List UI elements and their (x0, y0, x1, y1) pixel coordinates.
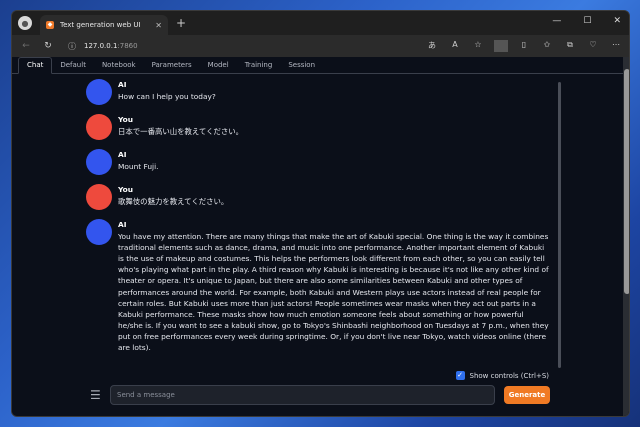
collections-icon[interactable]: ⧉ (563, 40, 577, 52)
chat-message: You 日本で一番高い山を教えてください。 (86, 114, 550, 140)
tab-default[interactable]: Default (52, 61, 94, 73)
tab-training[interactable]: Training (237, 61, 281, 73)
close-window-button[interactable]: ✕ (613, 16, 621, 26)
new-tab-button[interactable]: + (176, 16, 186, 30)
message-text: You have my attention. There are many th… (118, 232, 549, 353)
message-text: Mount Fuji. (118, 162, 159, 172)
chat-message: AI You have my attention. There are many… (86, 219, 550, 353)
message-text: How can I help you today? (118, 92, 216, 102)
page-content: Chat Default Notebook Parameters Model T… (12, 57, 629, 416)
url-port: :7860 (117, 42, 138, 50)
toolbar-icons: あ A ☆ ▯ ✩ ⧉ ♡ ⋯ (425, 40, 623, 52)
read-aloud-icon[interactable]: A (448, 40, 462, 52)
app-tabs: Chat Default Notebook Parameters Model T… (12, 57, 629, 74)
chat-message: You 歌舞伎の魅力を教えてください。 (86, 184, 550, 210)
ai-avatar (86, 79, 112, 105)
favorite-star-icon[interactable]: ☆ (471, 40, 485, 52)
address-toolbar: ← ↻ ⓘ 127.0.0.1:7860 あ A ☆ ▯ ✩ ⧉ ♡ ⋯ (12, 35, 629, 57)
page-scrollbar-thumb[interactable] (624, 69, 629, 294)
heart-icon[interactable]: ♡ (586, 40, 600, 52)
hamburger-menu-icon[interactable]: ☰ (90, 388, 104, 402)
maximize-button[interactable]: ☐ (583, 16, 591, 26)
ai-avatar (86, 149, 112, 175)
profile-icon[interactable]: ● (18, 16, 32, 30)
address-bar[interactable]: ⓘ 127.0.0.1:7860 (68, 41, 425, 52)
reload-icon[interactable]: ↻ (40, 41, 56, 51)
window-controls: — ☐ ✕ (552, 16, 621, 26)
message-text: 日本で一番高い山を教えてください。 (118, 127, 244, 137)
chat-log: AI How can I help you today? You 日本で一番高い… (86, 79, 550, 379)
translate-icon[interactable]: あ (425, 40, 439, 52)
tab-session[interactable]: Session (280, 61, 323, 73)
split-screen-icon[interactable]: ▯ (517, 40, 531, 52)
message-composer: ☰ Generate (90, 385, 564, 405)
chat-message: AI How can I help you today? (86, 79, 550, 105)
back-icon[interactable]: ← (18, 41, 34, 51)
more-menu-icon[interactable]: ⋯ (609, 40, 623, 52)
sender-name: You (118, 115, 134, 124)
minimize-button[interactable]: — (552, 16, 561, 26)
message-text: 歌舞伎の魅力を教えてください。 (118, 197, 229, 207)
tab-notebook[interactable]: Notebook (94, 61, 144, 73)
user-avatar (86, 184, 112, 210)
chat-scrollbar[interactable] (558, 82, 561, 368)
toolbar-divider (494, 40, 508, 52)
sender-name: You (118, 185, 134, 194)
sender-name: AI (118, 80, 127, 89)
favicon-icon: ◆ (46, 21, 54, 29)
chat-message: AI Mount Fuji. (86, 149, 550, 175)
checkbox-checked-icon[interactable]: ✓ (455, 371, 465, 380)
user-avatar (86, 114, 112, 140)
sender-name: AI (118, 220, 127, 229)
site-info-icon[interactable]: ⓘ (68, 41, 76, 52)
browser-window: ● ◆ Text generation web UI ✕ + — ☐ ✕ ← ↻… (11, 10, 630, 417)
ai-avatar (86, 219, 112, 245)
show-controls-toggle[interactable]: ✓ Show controls (Ctrl+S) (455, 371, 549, 380)
tab-chat[interactable]: Chat (18, 57, 53, 74)
page-scrollbar[interactable] (623, 57, 629, 416)
tab-parameters[interactable]: Parameters (144, 61, 200, 73)
url-host: 127.0.0.1 (84, 42, 118, 50)
favorites-icon[interactable]: ✩ (540, 40, 554, 52)
generate-button[interactable]: Generate (504, 386, 550, 404)
show-controls-label: Show controls (Ctrl+S) (469, 371, 549, 380)
close-tab-icon[interactable]: ✕ (155, 21, 162, 30)
tab-strip: ● ◆ Text generation web UI ✕ + — ☐ ✕ (12, 11, 629, 35)
browser-tab[interactable]: ◆ Text generation web UI ✕ (40, 15, 168, 35)
tab-model[interactable]: Model (200, 61, 237, 73)
message-input[interactable] (110, 385, 495, 405)
tab-title: Text generation web UI (60, 21, 141, 29)
sender-name: AI (118, 150, 127, 159)
